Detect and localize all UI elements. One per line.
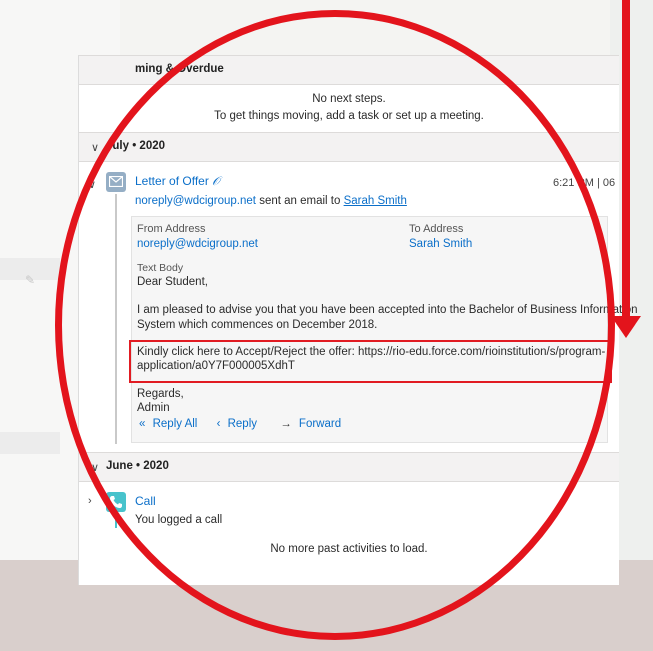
email-paragraph-line: System which commences on December 2018.: [137, 319, 378, 331]
email-actions: « Reply All ‹ Reply → Forward: [139, 418, 349, 430]
to-address-value[interactable]: Sarah Smith: [409, 238, 472, 250]
email-paragraph-line: I am pleased to advise you that you have…: [137, 304, 638, 316]
email-timestamp: 6:21 PM | 06: [553, 177, 616, 189]
highlight-box: [129, 340, 612, 383]
call-subtitle: You logged a call: [135, 514, 223, 526]
from-address-label: From Address: [137, 223, 206, 235]
forward-label: Forward: [298, 418, 342, 430]
email-summary-line: noreply@wdcigroup.net sent an email to S…: [135, 195, 407, 207]
pencil-icon: ✎: [25, 273, 36, 287]
email-activity-title[interactable]: Letter of Offer 𝒪: [135, 174, 220, 189]
no-more-activities-text: No more past activities to load.: [270, 543, 428, 555]
chevron-down-icon[interactable]: ∨: [91, 141, 99, 154]
timeline-line: [115, 194, 117, 444]
chevron-down-icon[interactable]: ∨: [88, 178, 96, 191]
forward-icon: →: [280, 418, 292, 430]
chevron-down-icon[interactable]: ∨: [91, 461, 99, 474]
paperclip-icon: 𝒪: [212, 174, 220, 188]
june-2020-header[interactable]: ∨ June • 2020: [79, 452, 619, 482]
call-title-link[interactable]: Call: [135, 494, 156, 508]
reply-button[interactable]: ‹ Reply: [217, 418, 265, 430]
annotation-arrow: [622, 0, 630, 320]
reply-icon: ‹: [216, 418, 221, 430]
reply-all-button[interactable]: « Reply All: [139, 418, 205, 430]
section-title: July • 2020: [106, 140, 166, 152]
background-strip: [0, 432, 60, 454]
july-2020-header[interactable]: ∨ July • 2020: [79, 132, 619, 162]
email-title-link[interactable]: Letter of Offer: [135, 174, 209, 188]
recipient-link[interactable]: Sarah Smith: [344, 195, 407, 207]
annotation-arrow-head: [611, 316, 641, 338]
email-signature: Admin: [137, 402, 170, 414]
section-title: ming & Overdue: [135, 63, 224, 75]
timeline-line: [115, 512, 117, 528]
no-next-steps-text: No next steps.: [312, 93, 386, 105]
text-body-label: Text Body: [137, 262, 184, 274]
empty-state-hint: To get things moving, add a task or set …: [214, 110, 484, 122]
section-title: June • 2020: [106, 460, 169, 472]
email-regards: Regards,: [137, 388, 184, 400]
sender-link[interactable]: noreply@wdcigroup.net: [135, 195, 256, 207]
reply-label: Reply: [227, 418, 258, 430]
call-icon: [106, 492, 126, 512]
forward-button[interactable]: → Forward: [280, 418, 345, 430]
chevron-right-icon[interactable]: ›: [88, 495, 92, 507]
reply-all-icon: «: [139, 418, 146, 430]
upcoming-overdue-header[interactable]: ming & Overdue: [79, 55, 619, 85]
email-icon: [106, 172, 126, 192]
from-address-value[interactable]: noreply@wdcigroup.net: [137, 238, 258, 250]
reply-all-label: Reply All: [152, 418, 198, 430]
action-text: sent an email to: [259, 195, 341, 207]
email-greeting: Dear Student,: [137, 276, 208, 288]
to-address-label: To Address: [409, 223, 464, 235]
